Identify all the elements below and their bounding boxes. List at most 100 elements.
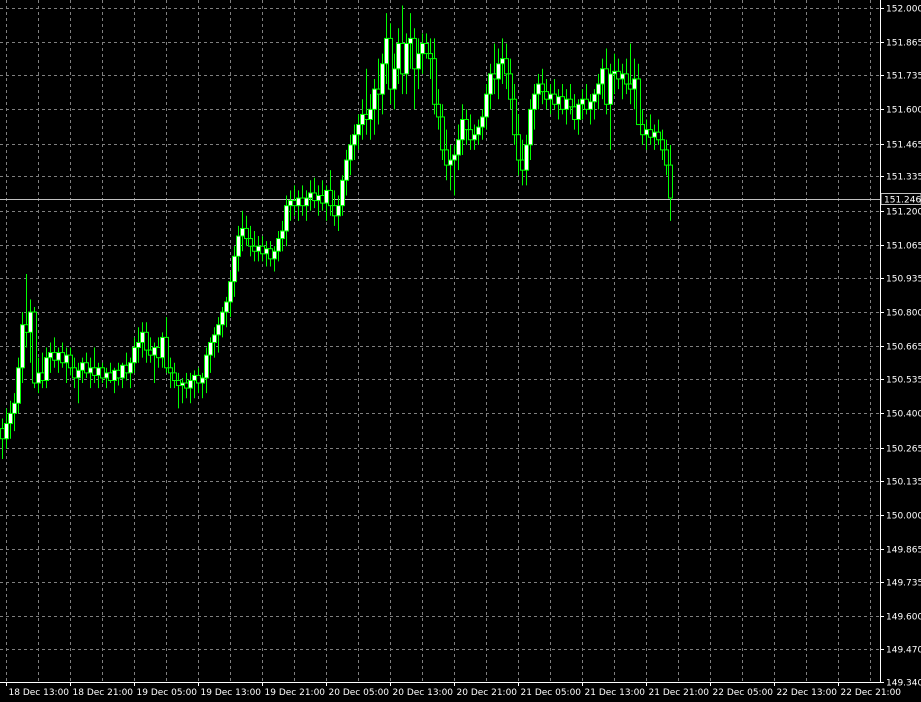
candle [176,372,181,409]
candle [52,337,57,368]
candle [552,78,557,110]
y-tick-label: 151.200 [886,208,921,218]
candle [68,347,73,376]
candle-body [580,98,585,105]
candle-body [116,369,121,379]
candle [288,190,293,221]
candle-body [516,134,521,161]
x-tick-label: 19 Dec 05:00 [137,688,198,698]
candle [472,124,477,150]
candle [548,84,553,115]
candle-body [636,78,641,126]
candle [392,53,397,110]
candle-body [348,144,353,161]
candle-body [468,129,473,141]
candle-body [220,311,225,326]
candle [108,362,113,384]
candle [84,352,89,378]
candle-body [452,154,457,161]
candle [348,134,353,176]
candle [236,225,241,272]
candle-body [480,116,485,128]
candle-body [616,70,621,80]
y-tick-label: 151.335 [886,173,921,183]
bid-line-layer: 151.246 [0,193,921,206]
candle [32,306,37,389]
candle [352,124,357,161]
candle-body [360,113,365,126]
candle-body [68,354,73,369]
candle [92,347,97,384]
candle-body [528,108,533,146]
candle [80,357,85,384]
candle-body [104,372,109,379]
candle [356,114,361,150]
candle [360,99,365,140]
chart-canvas[interactable]: 151.246 152.000 151.865 151.735 151.600 151.… [0,0,921,702]
candle-body [248,238,253,247]
candle-body [96,367,101,376]
candle [624,58,629,95]
candle-body [496,63,501,80]
candle-body [376,88,381,95]
candle-body [568,98,573,108]
candle [652,124,657,150]
candle [144,322,149,363]
candle [620,63,625,100]
candle-body [540,83,545,93]
candle-body [84,362,89,374]
candle-body [44,357,49,381]
candle [312,177,317,209]
candle-body [504,58,509,75]
candle-body [356,124,361,136]
candle-body [24,324,29,333]
candle [616,58,621,90]
candle [404,33,409,95]
candle [4,408,9,449]
candle [636,63,641,126]
candle [524,134,529,186]
candle-body [448,159,453,166]
y-tick-label: 150.800 [886,309,921,319]
candle [664,139,669,176]
candle-body [364,113,369,120]
candlestick-chart[interactable]: 151.246 152.000 151.865 151.735 151.600 151.… [0,0,921,702]
candle [416,38,421,90]
candle-body [628,83,633,90]
candle-body [260,245,265,255]
candle-body [12,402,17,414]
candle [56,347,61,373]
candle-body [372,88,377,110]
candle [128,357,133,389]
candle-body [652,131,657,138]
candle-body [432,58,437,105]
x-tick-label: 18 Dec 13:00 [9,688,70,698]
candle-body [344,159,349,181]
candle [160,332,165,368]
candle-body [120,364,125,379]
candle-body [332,205,337,217]
candle [492,43,497,95]
grid-layer [0,0,880,683]
candle [432,38,437,115]
candle-body [308,192,313,199]
candle-body [548,93,553,100]
candle-body [412,37,417,70]
candle [536,73,541,110]
candle [464,109,469,145]
x-tick-label: 19 Dec 13:00 [201,688,262,698]
candle-body [180,382,185,387]
candle-body [572,106,577,120]
candle-body [632,78,637,90]
candle-body [476,126,481,136]
candle [216,317,221,353]
candle [380,53,385,115]
candle-body [544,91,549,100]
candle [336,195,341,231]
candle [20,312,25,384]
candle [452,144,457,196]
candle [124,352,129,381]
candle-body [48,352,53,359]
candle [628,43,633,105]
candle [372,78,377,135]
